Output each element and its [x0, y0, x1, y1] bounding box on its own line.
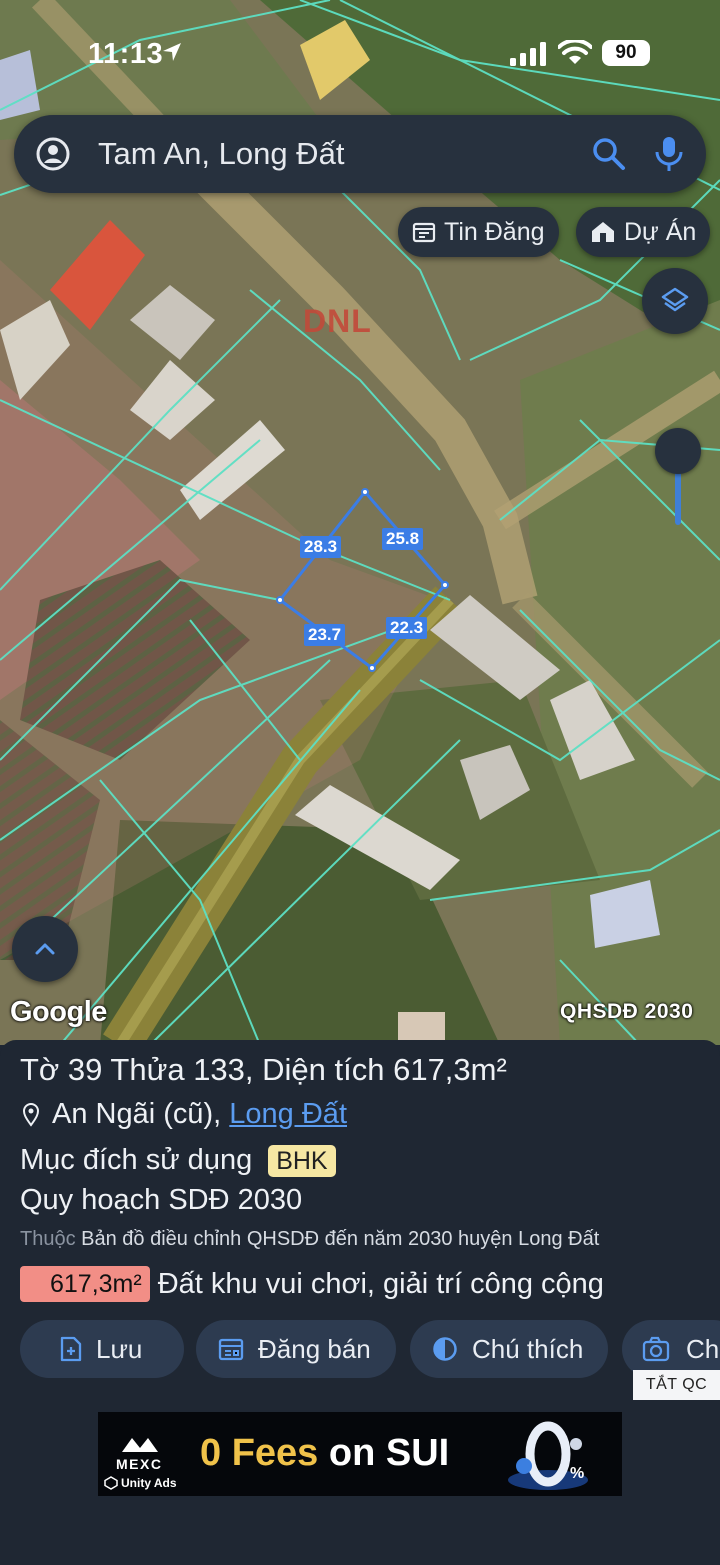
parcel-edge-length: 25.8 — [382, 528, 424, 550]
cellular-signal-icon — [510, 42, 546, 66]
zero-percent-graphic: % — [508, 1421, 588, 1490]
contrast-icon — [433, 1337, 457, 1361]
add-document-icon — [60, 1336, 82, 1362]
save-button[interactable]: Lưu — [20, 1320, 184, 1378]
projects-chip[interactable]: Dự Án — [576, 207, 711, 257]
ad-headline: 0 Fees on SUI — [200, 1432, 450, 1474]
land-purpose-row: Mục đích sử dụng BHK — [20, 1144, 336, 1177]
purpose-label: Mục đích sử dụng — [20, 1144, 253, 1176]
action-buttons: Lưu Đăng bán Chú thích Ch — [0, 1320, 720, 1380]
post-sale-button-label: Đăng bán — [258, 1333, 371, 1364]
plan-layer-label: QHSDĐ 2030 — [560, 1000, 694, 1023]
calendar-list-icon — [412, 222, 436, 243]
listings-chip-label: Tin Đăng — [444, 217, 545, 246]
svg-text:%: % — [570, 1465, 584, 1482]
zoom-slider-handle[interactable] — [655, 428, 701, 474]
status-time: 11:13 — [88, 38, 164, 70]
location-arrow-icon — [163, 43, 181, 61]
status-bar: 11:13 90 — [0, 0, 720, 100]
calendar-list-icon — [218, 1338, 244, 1361]
microphone-icon[interactable] — [654, 135, 684, 173]
google-attribution: Google — [10, 996, 107, 1028]
account-icon[interactable] — [36, 137, 70, 171]
land-use-row: 617,3m² Đất khu vui chơi, giải trí công … — [20, 1266, 604, 1302]
legend-button-label: Chú thích — [472, 1333, 584, 1364]
projects-chip-label: Dự Án — [624, 217, 697, 246]
listings-chip[interactable]: Tin Đăng — [398, 207, 559, 257]
parcel-edge-length: 23.7 — [304, 624, 346, 646]
ad-network: Unity Ads — [104, 1476, 177, 1490]
parcel-location: An Ngãi (cũ), Long Đất — [22, 1098, 347, 1131]
source-text: Bản đồ điều chỉnh QHSDĐ đến năm 2030 huy… — [81, 1228, 600, 1250]
parcel-edge-length: 22.3 — [386, 617, 428, 639]
parcel-info-panel: Tờ 39 Thửa 133, Diện tích 617,3m² An Ngã… — [0, 1040, 720, 1565]
purpose-code-badge: BHK — [268, 1144, 336, 1177]
parcel-edge-length: 28.3 — [300, 536, 342, 558]
capture-button-label: Ch — [686, 1333, 720, 1364]
source-prefix: Thuộc — [20, 1228, 76, 1250]
land-use-name: Đất khu vui chơi, giải trí công cộng — [157, 1267, 604, 1300]
land-use-area-badge: 617,3m² — [20, 1266, 150, 1302]
mexc-logo — [122, 1438, 158, 1452]
layers-button[interactable] — [642, 268, 708, 334]
ad-brand: MEXC — [116, 1456, 163, 1472]
expand-panel-button[interactable] — [12, 916, 78, 982]
unity-logo — [104, 1476, 118, 1490]
layers-icon — [661, 287, 689, 312]
wifi-icon — [558, 40, 592, 64]
map-view[interactable]: DNL 28.3 25.8 23.7 22.3 11:13 90 Tam An,… — [0, 0, 720, 1045]
search-input[interactable] — [98, 133, 568, 175]
house-icon — [592, 222, 614, 242]
search-bar[interactable] — [14, 115, 706, 193]
camera-add-icon — [642, 1336, 670, 1362]
save-button-label: Lưu — [96, 1333, 143, 1364]
plan-source: Thuộc Bản đồ điều chỉnh QHSDĐ đến năm 20… — [20, 1228, 599, 1251]
location-pin-icon — [22, 1102, 40, 1127]
chevron-up-icon — [35, 943, 55, 955]
ad-banner[interactable]: MEXC Unity Ads 0 Fees on SUI % — [98, 1412, 622, 1496]
plan-title: Quy hoạch SDĐ 2030 — [20, 1184, 303, 1216]
legend-button[interactable]: Chú thích — [410, 1320, 608, 1378]
zone-code-label: DNL — [303, 303, 372, 339]
battery-indicator: 90 — [602, 40, 650, 66]
district-link[interactable]: Long Đất — [229, 1098, 347, 1131]
post-sale-button[interactable]: Đăng bán — [196, 1320, 396, 1378]
ward-name: An Ngãi (cũ), — [52, 1098, 222, 1130]
search-icon[interactable] — [592, 137, 626, 171]
parcel-title: Tờ 39 Thửa 133, Diện tích 617,3m² — [20, 1052, 507, 1087]
hide-ads-button[interactable]: TẮT QC — [633, 1370, 720, 1400]
